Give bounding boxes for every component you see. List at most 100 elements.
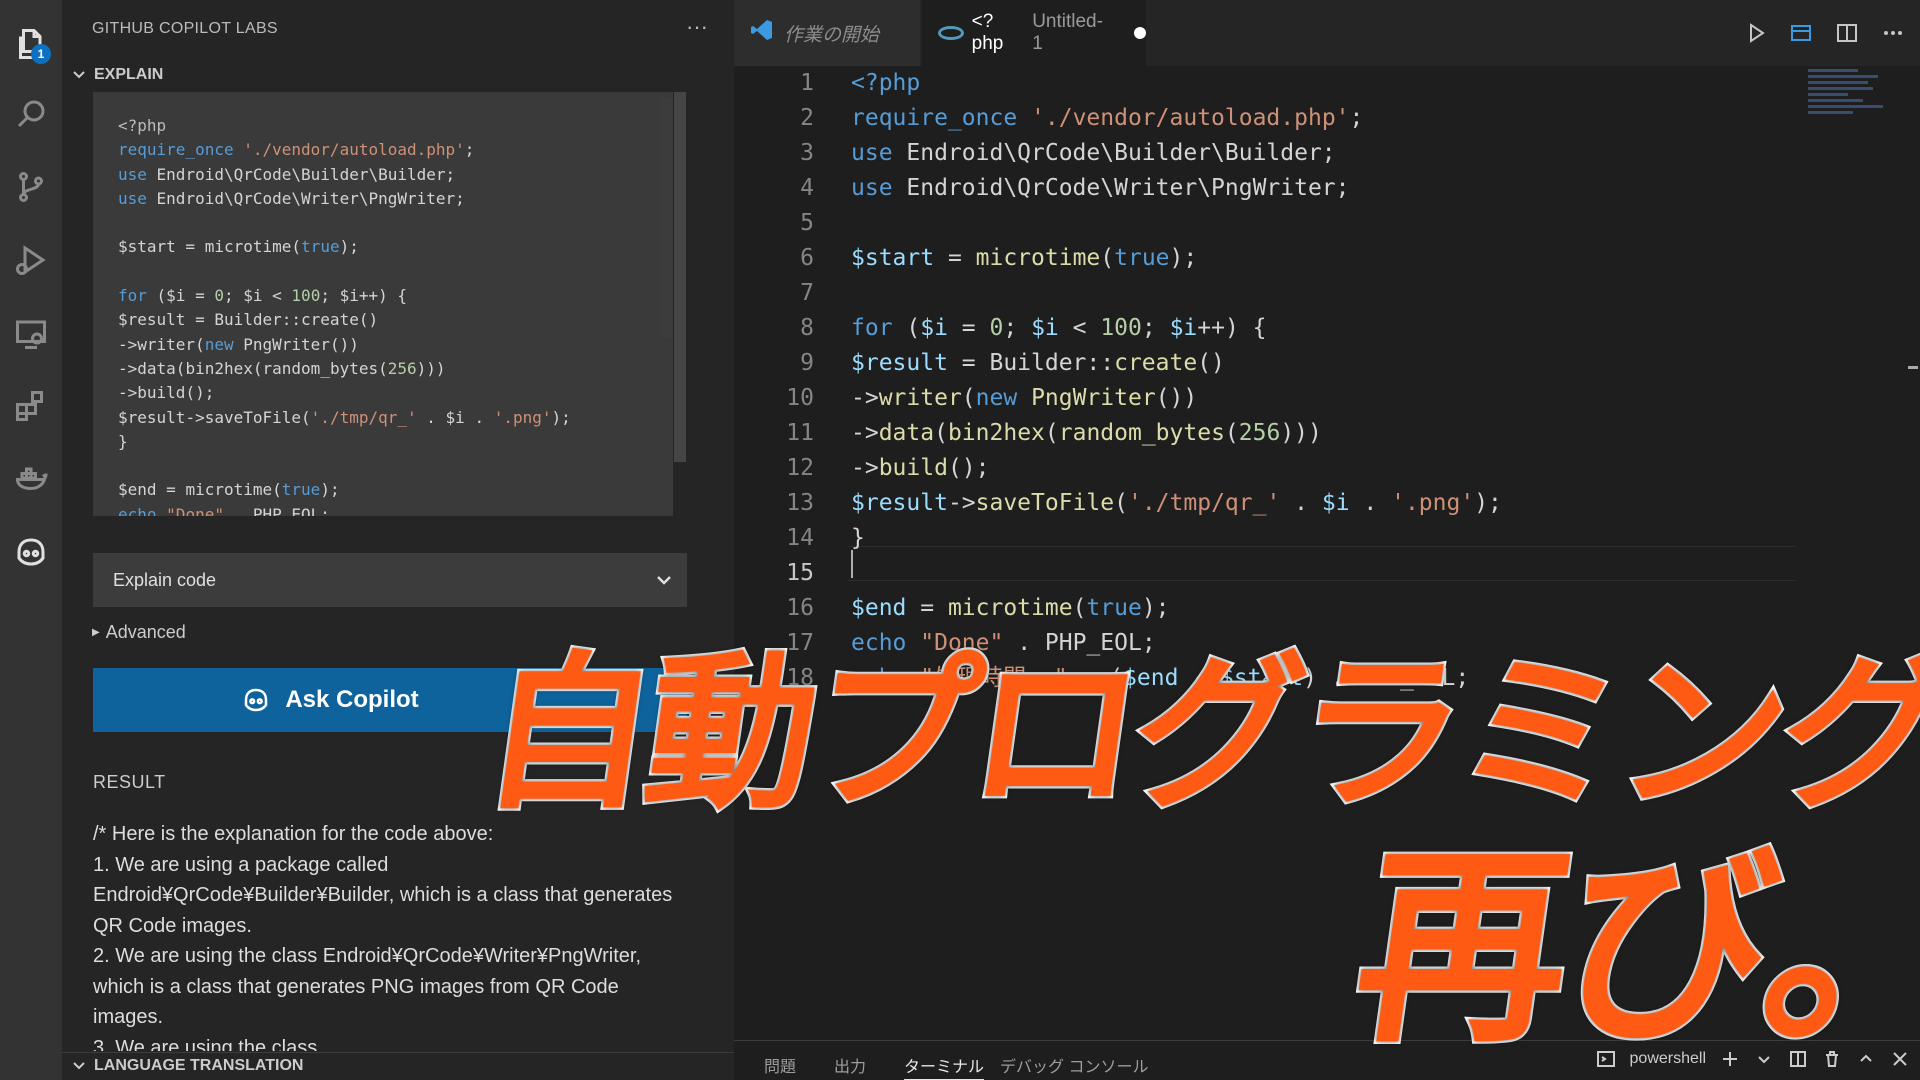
copilot-icon xyxy=(245,688,268,712)
line-number: 7 xyxy=(800,280,814,306)
code-line: <?php xyxy=(851,70,921,96)
line-number: 15 xyxy=(786,560,814,586)
copilot-icon[interactable] xyxy=(9,530,53,574)
tab-label: <?php xyxy=(971,11,1004,54)
code-preview-line: } xyxy=(118,431,128,451)
code-preview-line xyxy=(118,211,673,235)
tab-problems[interactable]: 問題 xyxy=(764,1053,796,1077)
run-debug-icon[interactable] xyxy=(9,238,53,282)
line-number: 12 xyxy=(786,455,814,481)
code-preview-line: use Endroid\QrCode\Builder\Builder; xyxy=(118,164,456,184)
action-select-value: Explain code xyxy=(113,569,217,590)
vscode-icon xyxy=(750,18,774,48)
result-paragraph: 1. We are using a package called Endroid… xyxy=(93,853,673,937)
files-icon[interactable]: 1 xyxy=(9,22,53,66)
line-number: 8 xyxy=(800,315,814,341)
line-number: 5 xyxy=(800,210,814,236)
code-preview-line: for ($i = 0; $i < 100; $i++) { xyxy=(118,286,408,306)
code-line: $start = microtime(true); xyxy=(851,245,1198,271)
code-preview-line xyxy=(118,260,673,284)
code-line: use Endroid\QrCode\Builder\Builder; xyxy=(851,140,1336,166)
line-number: 6 xyxy=(800,245,814,271)
tab-output[interactable]: 出力 xyxy=(834,1053,866,1077)
tab-getting-started[interactable]: 作業の開始 xyxy=(734,0,920,66)
explain-header-label: EXPLAIN xyxy=(94,66,164,83)
side-panel-scrollbar[interactable] xyxy=(660,98,672,338)
ask-copilot-label: Ask Copilot xyxy=(285,686,419,713)
activity-bar: 1 xyxy=(0,0,62,1080)
code-preview-line: <?php xyxy=(118,116,167,135)
open-changes-icon[interactable] xyxy=(1788,20,1814,46)
result-paragraph: 2. We are using the class Endroid¥QrCode… xyxy=(93,945,642,1028)
code-line: ->data(bin2hex(random_bytes(256))) xyxy=(851,420,1322,446)
extensions-icon[interactable] xyxy=(9,384,53,428)
docker-icon[interactable] xyxy=(9,456,53,500)
code-preview-line: $start = microtime(true); xyxy=(118,237,359,257)
tab-sublabel: Untitled-1 xyxy=(1032,11,1103,54)
chevron-down-icon xyxy=(655,571,673,589)
code-preview-line: $result->saveToFile('./tmp/qr_' . $i . '… xyxy=(118,407,571,427)
chevron-down-icon xyxy=(72,1059,86,1073)
code-preview-line: use Endroid\QrCode\Writer\PngWriter; xyxy=(118,188,465,208)
line-number: 11 xyxy=(786,420,814,446)
editor-actions xyxy=(1742,20,1906,46)
chevron-down-icon xyxy=(72,68,86,82)
more-actions-button[interactable]: ··· xyxy=(686,14,708,40)
code-line: } xyxy=(851,525,865,551)
code-preview-line: ->data(bin2hex(random_bytes(256))) xyxy=(118,358,446,378)
tab-untitled-1[interactable]: <?php Untitled-1 xyxy=(922,0,1147,66)
caret-right-icon: ▶ xyxy=(92,627,100,638)
line-number: 9 xyxy=(800,350,814,376)
result-text: /* Here is the explanation for the code … xyxy=(93,819,693,1051)
overlay-title-line2: 再び。 xyxy=(1340,824,1920,1074)
result-paragraph: 3. We are using the class xyxy=(93,1036,318,1052)
split-editor-icon[interactable] xyxy=(1834,20,1860,46)
code-line: ->writer(new PngWriter()) xyxy=(851,385,1198,411)
code-line: for ($i = 0; $i < 100; $i++) { xyxy=(851,315,1267,341)
code-line: require_once './vendor/autoload.php'; xyxy=(851,105,1364,131)
editor-tab-bar: 作業の開始 <?php Untitled-1 xyxy=(734,0,1920,66)
code-line: ->build(); xyxy=(851,455,990,481)
code-preview-line: ->build(); xyxy=(118,383,215,403)
copilot-labs-panel: GITHUB COPILOT LABS ··· EXPLAIN <?php req… xyxy=(62,0,734,1080)
code-preview-line: echo "Done" . PHP_EOL; xyxy=(118,504,330,516)
advanced-label: Advanced xyxy=(105,622,186,642)
code-preview-line: $end = microtime(true); xyxy=(118,480,340,500)
editor-scrollbar[interactable] xyxy=(1908,366,1918,369)
tab-label: 作業の開始 xyxy=(784,24,880,46)
line-number: 10 xyxy=(786,385,814,411)
code-line: $result = Builder::create() xyxy=(851,350,1225,376)
line-number: 2 xyxy=(800,105,814,131)
line-number: 4 xyxy=(800,175,814,201)
code-preview-scrollbar[interactable] xyxy=(674,92,686,462)
unsaved-dot-icon[interactable] xyxy=(1134,27,1147,39)
line-number: 13 xyxy=(786,490,814,516)
line-number: 14 xyxy=(786,525,814,551)
search-icon[interactable] xyxy=(9,92,53,136)
language-translation-label: LANGUAGE TRANSLATION xyxy=(94,1057,304,1074)
language-translation-section[interactable]: LANGUAGE TRANSLATION xyxy=(62,1052,734,1080)
panel-title: GITHUB COPILOT LABS xyxy=(92,20,278,37)
tab-terminal[interactable]: ターミナル xyxy=(904,1053,985,1080)
code-line: $result->saveToFile('./tmp/qr_' . $i . '… xyxy=(851,490,1502,516)
advanced-toggle[interactable]: ▶ Advanced xyxy=(92,622,186,643)
text-cursor xyxy=(851,550,853,578)
code-preview-line xyxy=(118,454,673,478)
explain-code-preview[interactable]: <?php require_once './vendor/autoload.php… xyxy=(93,92,673,516)
minimap[interactable] xyxy=(1808,66,1908,130)
more-actions-icon[interactable] xyxy=(1880,20,1906,46)
line-number: 3 xyxy=(800,140,814,166)
run-debug-icon[interactable] xyxy=(1742,20,1768,46)
code-preview-line: ->writer(new PngWriter()) xyxy=(118,334,359,354)
php-file-icon xyxy=(938,26,964,40)
explain-section-header[interactable]: EXPLAIN xyxy=(72,66,163,84)
remote-explorer-icon[interactable] xyxy=(9,312,53,356)
line-number: 1 xyxy=(800,70,814,96)
tab-debug-console[interactable]: デバッグ コンソール xyxy=(1000,1053,1148,1077)
code-preview-line: require_once './vendor/autoload.php'; xyxy=(118,140,475,160)
source-control-icon[interactable] xyxy=(9,165,53,209)
code-preview-line: $result = Builder::create() xyxy=(118,310,379,330)
